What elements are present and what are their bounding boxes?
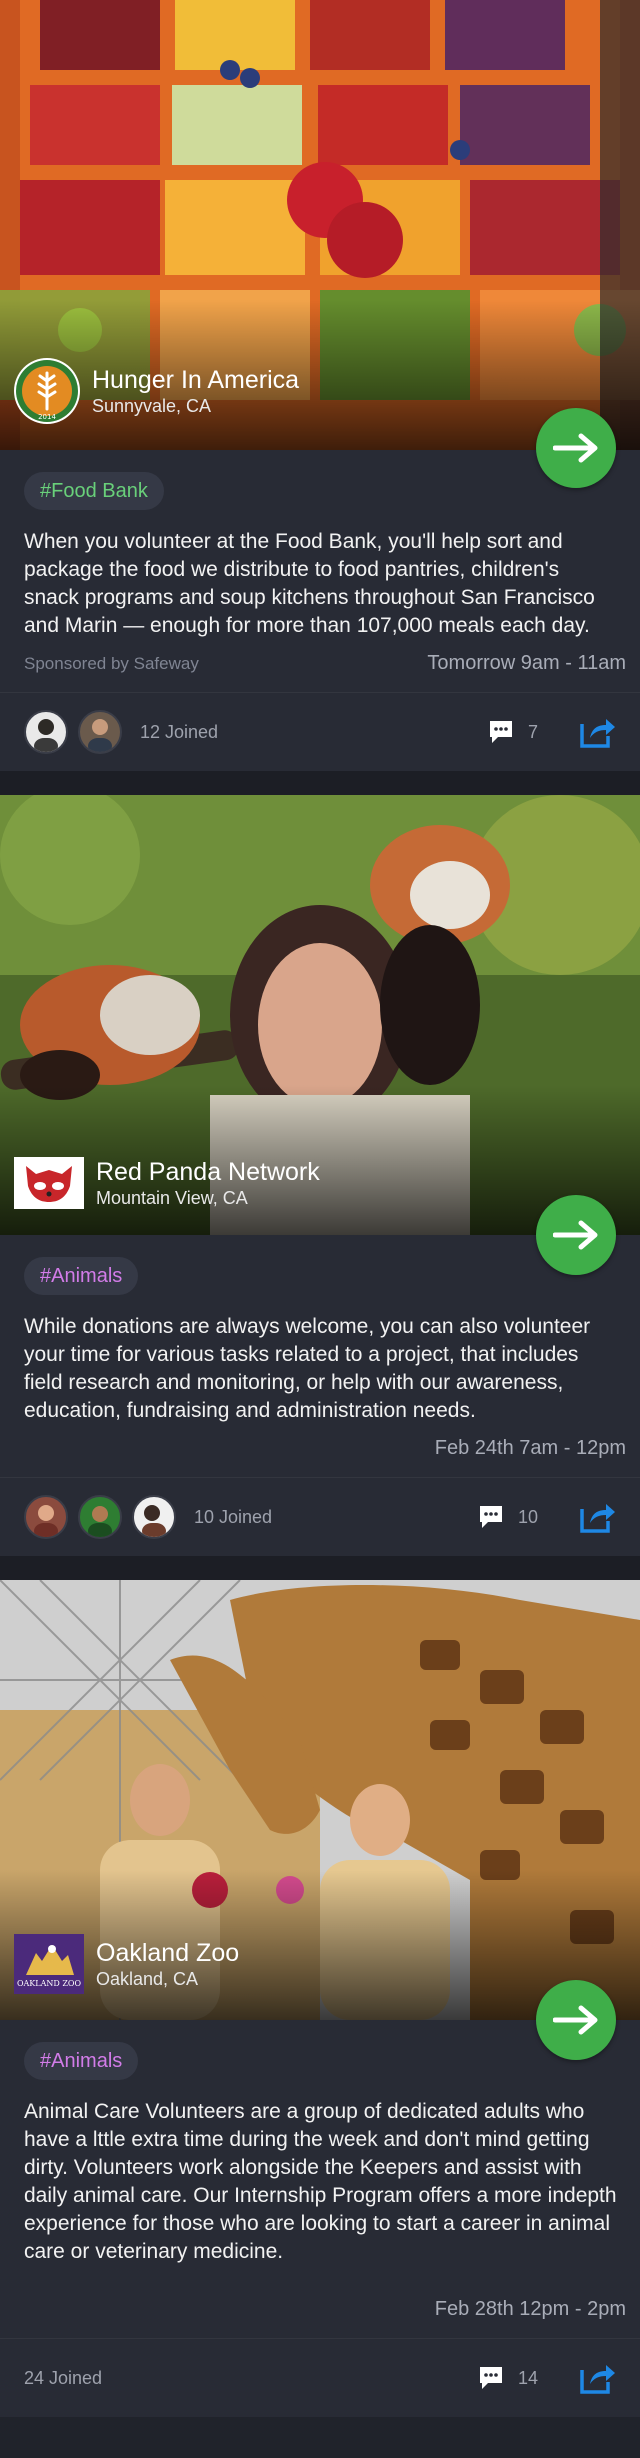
arrow-right-icon [553, 2005, 598, 2035]
category-tag[interactable]: #Animals [24, 2042, 139, 2080]
joined-count[interactable]: 24 Joined [24, 2368, 102, 2389]
category-tag[interactable]: #Food Bank [24, 472, 164, 510]
zoo-animals-icon [26, 1945, 74, 1975]
comment-count: 7 [527, 721, 538, 742]
org-location: Mountain View, CA [96, 1188, 248, 1208]
card-footer: 12 Joined 7 [0, 692, 640, 771]
event-time: Feb 24th 7am - 12pm [434, 1437, 626, 1459]
logo-year: 2014 [38, 413, 56, 421]
org-location: Sunnyvale, CA [92, 396, 212, 416]
arrow-right-icon [553, 433, 598, 463]
avatar[interactable] [78, 1495, 122, 1539]
card-footer: 10 Joined 10 [0, 1477, 640, 1556]
red-panda-logo [14, 1157, 84, 1209]
event-description: When you volunteer at the Food Bank, you… [24, 530, 595, 637]
comment-icon[interactable] [478, 1504, 504, 1530]
comment-count: 14 [517, 2367, 538, 2388]
go-button[interactable] [536, 1980, 616, 2060]
org-location: Oakland, CA [96, 1969, 199, 1989]
go-button[interactable] [536, 408, 616, 488]
avatar[interactable] [78, 710, 122, 754]
share-icon[interactable] [580, 2362, 616, 2394]
joined-count[interactable]: 12 Joined [140, 722, 218, 743]
volunteer-feed: 2014 Hunger In America Sunnyvale, CA #Fo… [0, 0, 640, 2417]
wheat-icon: 2014 [16, 360, 78, 422]
oakland-zoo-logo: OAKLAND ZOO [14, 1934, 84, 1994]
joined-count[interactable]: 10 Joined [194, 1507, 272, 1528]
org-header[interactable]: 2014 Hunger In America Sunnyvale, CA [14, 358, 299, 424]
category-tag[interactable]: #Animals [24, 1257, 139, 1295]
share-icon[interactable] [580, 716, 616, 748]
org-name[interactable]: Oakland Zoo [96, 1938, 239, 1968]
comment-icon[interactable] [478, 2365, 504, 2391]
event-time: Tomorrow 9am - 11am [427, 652, 626, 674]
card-separator [0, 1556, 640, 1580]
arrow-right-icon [553, 1220, 598, 1250]
event-description: While donations are always welcome, you … [24, 1315, 591, 1422]
avatar[interactable] [24, 710, 68, 754]
comment-count: 10 [517, 1506, 538, 1527]
avatar[interactable] [132, 1495, 176, 1539]
card-footer: 24 Joined 14 [0, 2338, 640, 2417]
org-header[interactable]: OAKLAND ZOO Oakland Zoo Oakland, CA [14, 1934, 239, 1994]
logo-text: OAKLAND ZOO [16, 1979, 82, 1988]
avatar[interactable] [24, 1495, 68, 1539]
org-header[interactable]: Red Panda Network Mountain View, CA [14, 1157, 320, 1209]
org-name[interactable]: Hunger In America [92, 365, 299, 395]
org-name[interactable]: Red Panda Network [96, 1157, 320, 1187]
sponsor-text: Sponsored by Safeway [24, 654, 199, 673]
share-icon[interactable] [580, 1501, 616, 1533]
event-card[interactable]: Red Panda Network Mountain View, CA #Ani… [0, 795, 640, 1556]
event-hero[interactable]: Red Panda Network Mountain View, CA [0, 795, 640, 1235]
event-description: Animal Care Volunteers are a group of de… [24, 2100, 617, 2263]
go-button[interactable] [536, 1195, 616, 1275]
event-card[interactable]: OAKLAND ZOO Oakland Zoo Oakland, CA #Ani… [0, 1580, 640, 2417]
comment-icon[interactable] [488, 719, 514, 745]
event-time: Feb 28th 12pm - 2pm [434, 2298, 626, 2320]
card-separator [0, 771, 640, 795]
event-hero[interactable]: 2014 Hunger In America Sunnyvale, CA [0, 0, 640, 450]
hunger-in-america-logo: 2014 [14, 358, 80, 424]
red-panda-icon [26, 1166, 72, 1202]
event-hero[interactable]: OAKLAND ZOO Oakland Zoo Oakland, CA [0, 1580, 640, 2020]
event-card[interactable]: 2014 Hunger In America Sunnyvale, CA #Fo… [0, 0, 640, 771]
